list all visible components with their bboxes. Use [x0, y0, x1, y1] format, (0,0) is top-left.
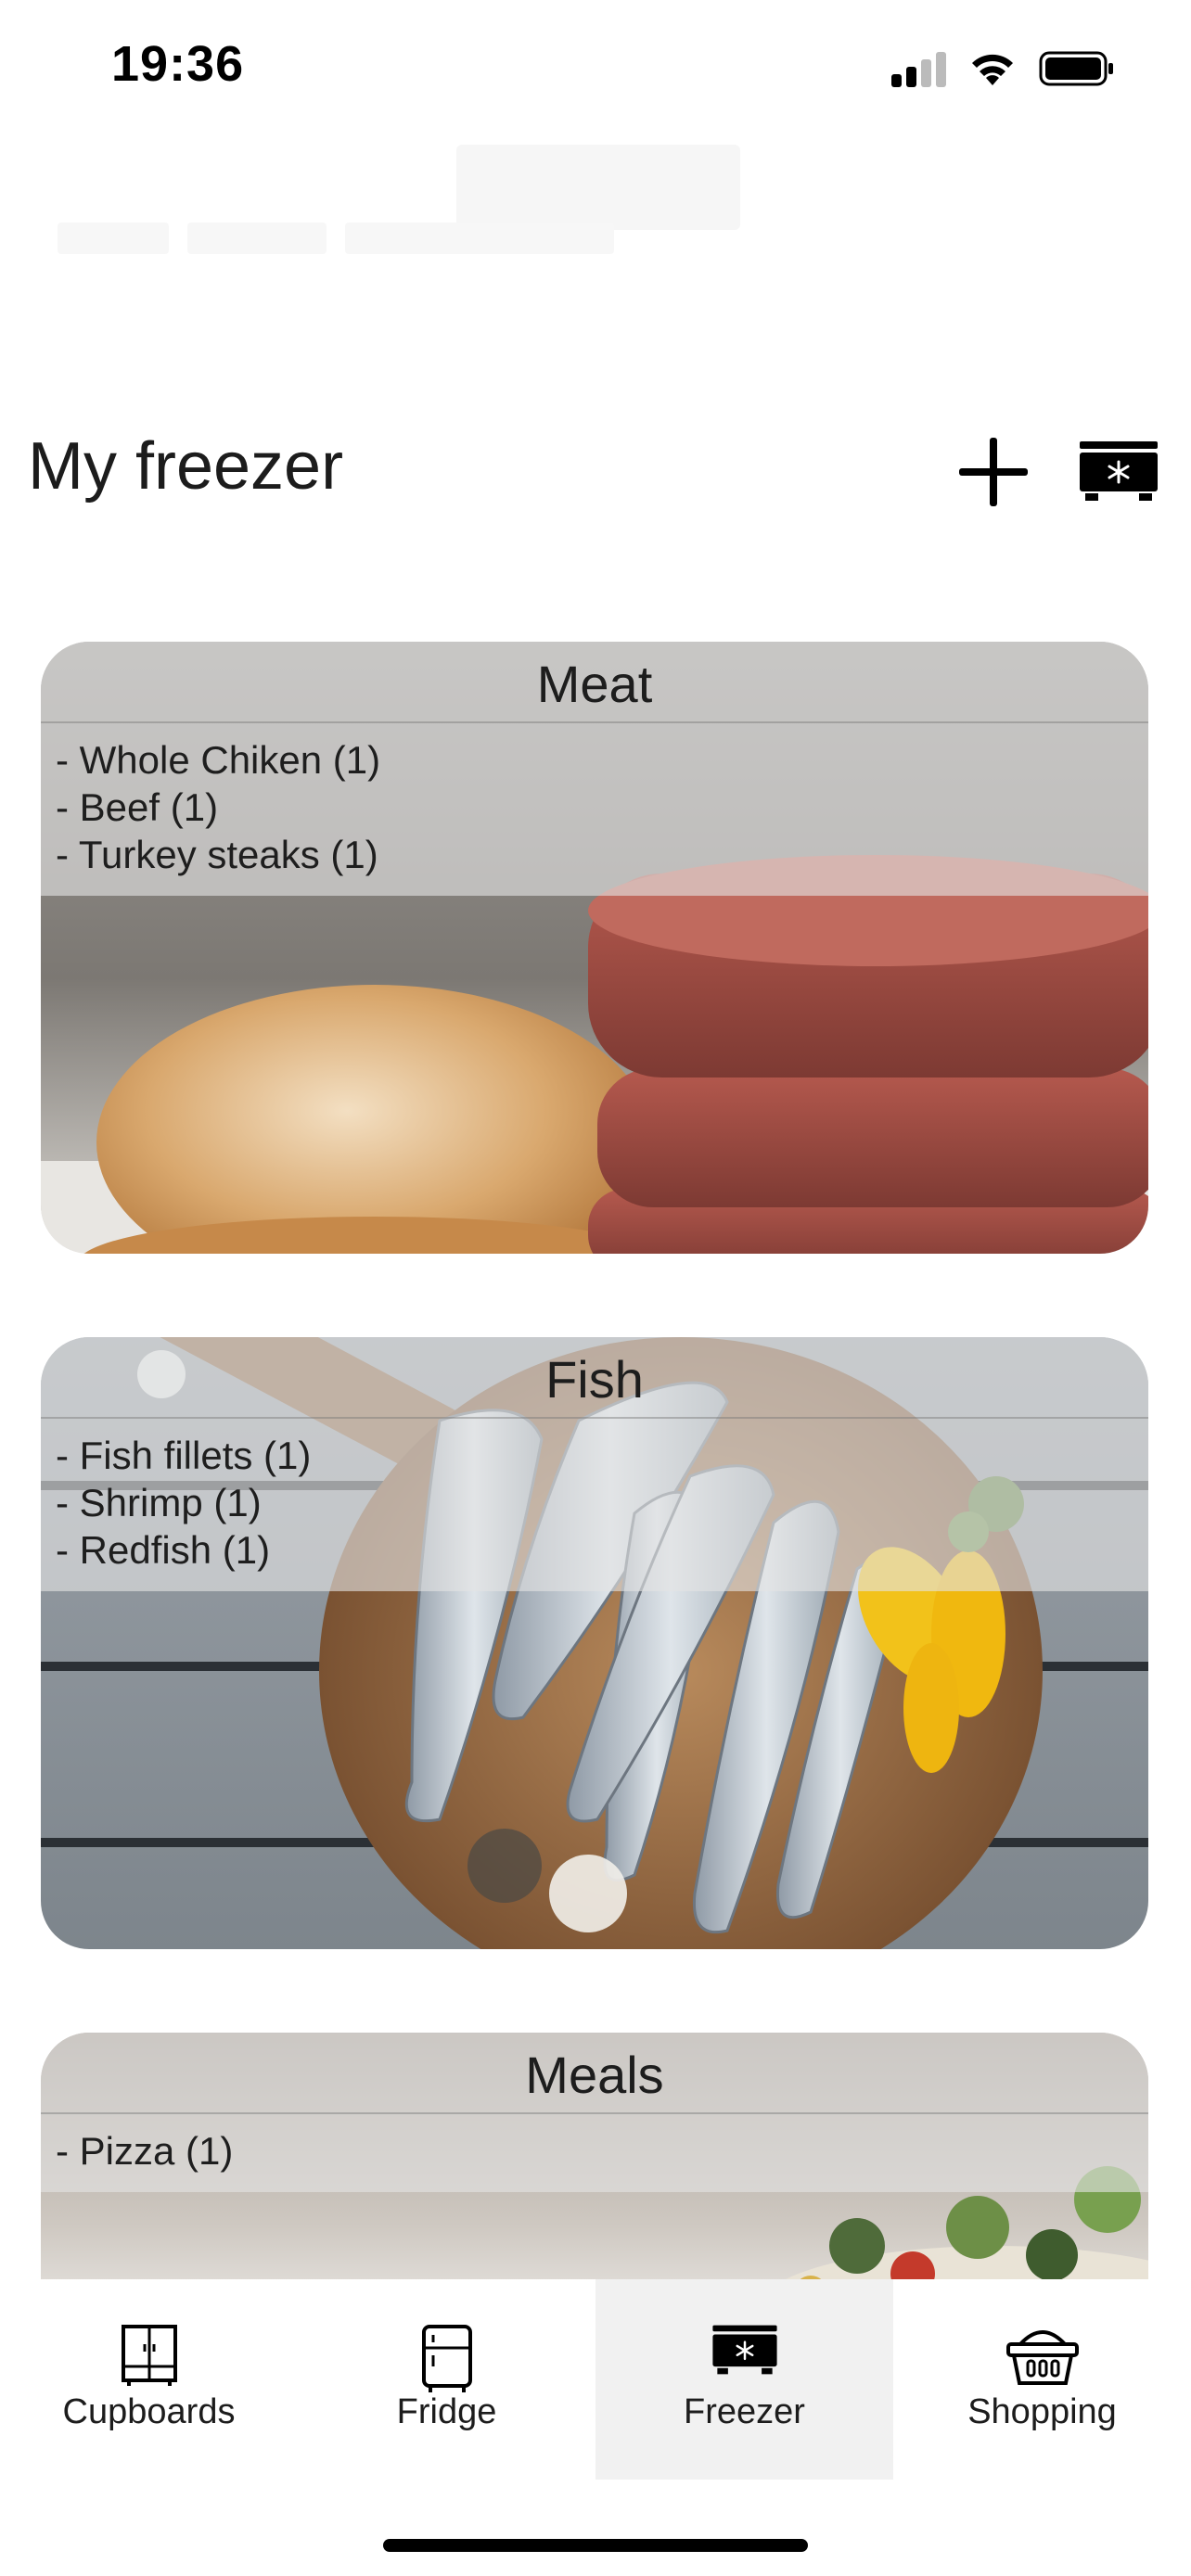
- list-item: - Shrimp (1): [56, 1481, 262, 1524]
- item-list: - Fish fillets (1) - Shrimp (1) - Redfis…: [41, 1419, 1148, 1574]
- battery-icon: [1039, 51, 1113, 86]
- card-overlay: Meat - Whole Chiken (1) - Beef (1) - Tur…: [41, 642, 1148, 896]
- freezer-icon[interactable]: [1078, 440, 1159, 503]
- tab-bar: Cupboards Fridge Freezer Shopping: [0, 2279, 1191, 2576]
- list-item: - Beef (1): [56, 785, 219, 829]
- item-list: - Pizza (1): [41, 2114, 1148, 2174]
- status-bar: 19:36: [0, 0, 1191, 139]
- category-card-fish[interactable]: Fish - Fish fillets (1) - Shrimp (1) - R…: [41, 1337, 1148, 1949]
- tab-fridge[interactable]: Fridge: [298, 2279, 596, 2480]
- card-overlay: Fish - Fish fillets (1) - Shrimp (1) - R…: [41, 1337, 1148, 1591]
- tab-label: Fridge: [396, 2392, 497, 2431]
- cellular-signal-icon: [891, 50, 946, 87]
- cupboard-icon: [121, 2325, 177, 2386]
- status-time: 19:36: [111, 36, 245, 92]
- add-item-button[interactable]: [959, 438, 1028, 506]
- status-icons: [891, 48, 1115, 89]
- card-title: Meat: [41, 642, 1148, 723]
- list-item: - Pizza (1): [56, 2129, 234, 2173]
- list-item: - Fish fillets (1): [56, 1434, 312, 1477]
- tab-shopping[interactable]: Shopping: [893, 2279, 1191, 2480]
- fridge-icon: [421, 2325, 472, 2392]
- tab-label: Freezer: [684, 2392, 805, 2431]
- tab-freezer[interactable]: Freezer: [596, 2279, 893, 2480]
- list-item: - Whole Chiken (1): [56, 738, 381, 782]
- tab-cupboards[interactable]: Cupboards: [0, 2279, 298, 2480]
- shopping-basket-icon: [1005, 2330, 1079, 2385]
- wifi-icon: [972, 54, 1013, 85]
- item-list: - Whole Chiken (1) - Beef (1) - Turkey s…: [41, 723, 1148, 878]
- tab-label: Cupboards: [62, 2392, 236, 2431]
- page-title: My freezer: [28, 429, 344, 504]
- card-title: Fish: [41, 1337, 1148, 1419]
- home-indicator[interactable]: [383, 2539, 808, 2552]
- faded-text-graphic: [58, 215, 651, 269]
- card-overlay: Meals - Pizza (1): [41, 2033, 1148, 2192]
- card-title: Meals: [41, 2033, 1148, 2114]
- tab-label: Shopping: [967, 2392, 1117, 2431]
- category-card-meat[interactable]: Meat - Whole Chiken (1) - Beef (1) - Tur…: [41, 642, 1148, 1254]
- list-item: - Redfish (1): [56, 1528, 271, 1572]
- freezer-icon: [711, 2325, 777, 2375]
- list-item: - Turkey steaks (1): [56, 833, 378, 876]
